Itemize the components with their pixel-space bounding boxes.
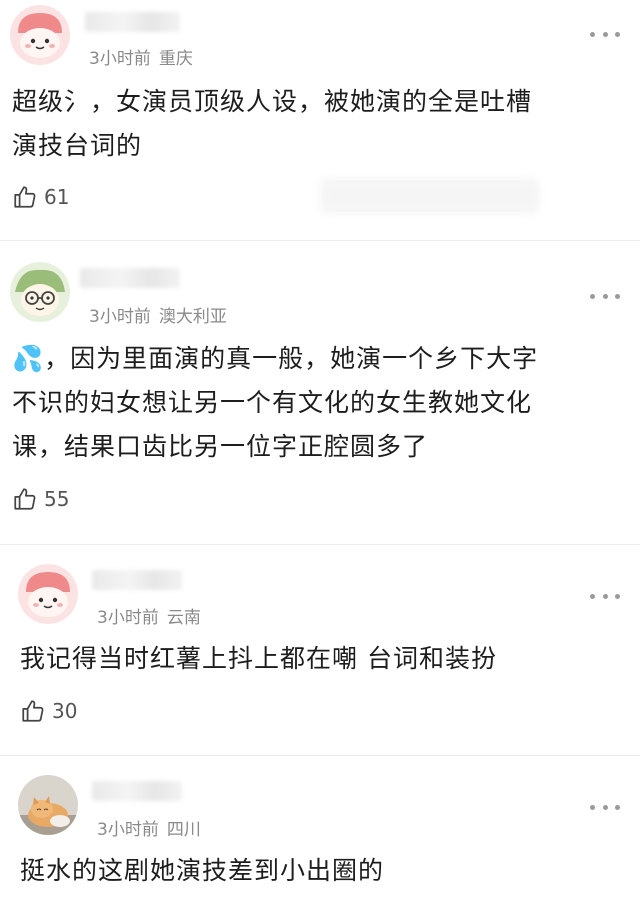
comment-text: 挺水的这剧她演技差到小出圈的 bbox=[20, 849, 627, 893]
comment-location: 重庆 bbox=[158, 49, 193, 69]
comment-time: 3小时前 bbox=[97, 608, 159, 628]
thumbs-up-icon bbox=[14, 488, 36, 510]
comment-location: 云南 bbox=[166, 608, 201, 628]
username-blurred[interactable] bbox=[80, 268, 180, 288]
comment-time: 3小时前 bbox=[89, 49, 151, 69]
comment-text-line: 💦，因为里面演的真一般，她演一个乡下大字 bbox=[12, 344, 539, 373]
cat-photo-avatar-icon bbox=[18, 775, 78, 835]
username-blurred[interactable] bbox=[92, 570, 182, 590]
more-dots-icon[interactable] bbox=[590, 801, 620, 813]
comment-meta: 3小时前 澳大利亚 bbox=[89, 302, 227, 327]
like-button[interactable]: 30 bbox=[20, 698, 77, 724]
more-dots-icon[interactable] bbox=[590, 590, 620, 602]
like-count: 61 bbox=[44, 185, 70, 209]
thumbs-up-icon bbox=[14, 186, 36, 208]
comment-text-line: 挺水的这剧她演技差到小出圈的 bbox=[20, 856, 385, 885]
comment-meta: 3小时前 四川 bbox=[97, 815, 201, 840]
like-button[interactable]: 55 bbox=[12, 486, 69, 512]
comment-item: 3小时前 四川 挺水的这剧她演技差到小出圈的 bbox=[0, 756, 640, 902]
green-character-avatar-icon bbox=[10, 262, 70, 322]
pink-cartoon-avatar-icon bbox=[18, 564, 78, 624]
avatar[interactable] bbox=[10, 262, 70, 322]
comment-meta: 3小时前 重庆 bbox=[89, 44, 193, 69]
comment-location: 澳大利亚 bbox=[158, 307, 227, 327]
thumbs-up-icon bbox=[22, 700, 44, 722]
pink-cartoon-avatar-icon bbox=[10, 5, 70, 65]
comment-item: 3小时前 重庆 超级氵，女演员顶级人设，被她演的全是吐槽 演技台词的 61 bbox=[0, 0, 640, 240]
more-dots-icon[interactable] bbox=[590, 28, 620, 40]
like-button[interactable]: 61 bbox=[12, 184, 69, 210]
blurred-overlay bbox=[320, 178, 540, 214]
comment-text: 💦，因为里面演的真一般，她演一个乡下大字 不识的妇女想让另一个有文化的女生教她文… bbox=[12, 337, 627, 469]
username-blurred[interactable] bbox=[92, 781, 182, 801]
avatar[interactable] bbox=[10, 5, 70, 65]
comment-text-line: 我记得当时红薯上抖上都在嘲 台词和装扮 bbox=[20, 644, 497, 673]
comment-text-line: 不识的妇女想让另一个有文化的女生教她文化 bbox=[12, 388, 533, 417]
more-dots-icon[interactable] bbox=[590, 290, 620, 302]
comment-text-line: 课，结果口齿比另一位字正腔圆多了 bbox=[12, 432, 429, 461]
like-count: 30 bbox=[52, 699, 78, 723]
comment-text-line: 超级氵，女演员顶级人设，被她演的全是吐槽 bbox=[12, 87, 533, 116]
comment-time: 3小时前 bbox=[97, 820, 159, 840]
comment-meta: 3小时前 云南 bbox=[97, 603, 201, 628]
comment-item: 3小时前 云南 我记得当时红薯上抖上都在嘲 台词和装扮 30 bbox=[0, 545, 640, 755]
comment-text-line: 演技台词的 bbox=[12, 131, 143, 160]
avatar[interactable] bbox=[18, 775, 78, 835]
comment-location: 四川 bbox=[166, 820, 201, 840]
comment-item: 3小时前 澳大利亚 💦，因为里面演的真一般，她演一个乡下大字 不识的妇女想让另一个… bbox=[0, 241, 640, 544]
like-count: 55 bbox=[44, 487, 70, 511]
comment-text: 超级氵，女演员顶级人设，被她演的全是吐槽 演技台词的 bbox=[12, 80, 627, 168]
comment-text: 我记得当时红薯上抖上都在嘲 台词和装扮 bbox=[20, 637, 627, 681]
username-blurred[interactable] bbox=[85, 12, 180, 32]
avatar[interactable] bbox=[18, 564, 78, 624]
comment-time: 3小时前 bbox=[89, 307, 151, 327]
